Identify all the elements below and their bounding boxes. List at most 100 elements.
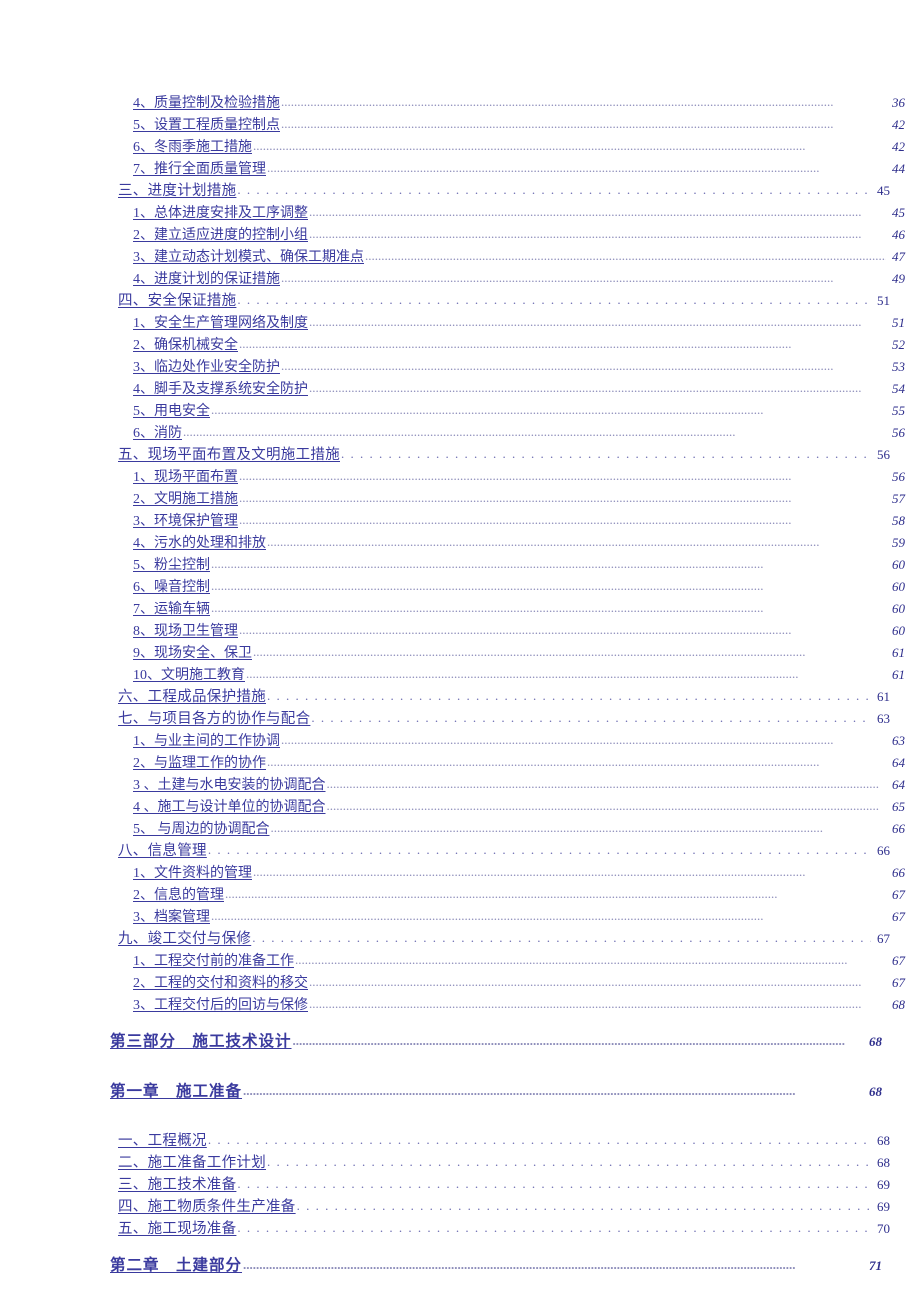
toc-entry[interactable]: 1、文件资料的管理 66	[74, 866, 905, 888]
toc-entry-label: 3 、土建与水电安装的协调配合	[133, 778, 326, 793]
toc-entry[interactable]: 2、工程的交付和资料的移交 67	[74, 976, 905, 998]
toc-entry-label: 3、建立动态计划模式、确保工期准点	[133, 250, 364, 265]
toc-entry[interactable]: 5、设置工程质量控制点 42	[74, 118, 905, 140]
toc-leader-dots	[281, 734, 886, 748]
toc-entry[interactable]: 3、工程交付后的回访与保修 68	[74, 998, 905, 1020]
toc-page-number: 54	[892, 381, 905, 396]
toc-leader-dots	[267, 536, 886, 550]
toc-entry-label: 6、冬雨季施工措施	[133, 140, 252, 155]
toc-entry[interactable]: 6、噪音控制 60	[74, 580, 905, 602]
toc-leader-dots	[327, 778, 887, 792]
toc-entry[interactable]: 4、脚手及支撑系统安全防护 54	[74, 382, 905, 404]
toc-page-number: 42	[892, 117, 905, 132]
toc-entry[interactable]: 9、现场安全、保卫 61	[74, 646, 905, 668]
toc-leader-dots	[341, 448, 871, 463]
toc-entry[interactable]: 3 、土建与水电安装的协调配合 64	[74, 778, 905, 800]
toc-entry[interactable]: 6、冬雨季施工措施 42	[74, 140, 905, 162]
toc-entry[interactable]: 第二章 土建部分 71	[74, 1258, 882, 1294]
toc-entry[interactable]: 四、施工物质条件生产准备 69	[74, 1200, 890, 1222]
toc-entry[interactable]: 四、安全保证措施 51	[74, 294, 890, 316]
toc-entry[interactable]: 10、文明施工教育 61	[74, 668, 905, 690]
toc-entry[interactable]: 第三部分 施工技术设计 68	[74, 1034, 882, 1070]
toc-page-number: 67	[892, 975, 905, 990]
toc-entry[interactable]: 七、与项目各方的协作与配合 63	[74, 712, 890, 734]
toc-leader-dots	[297, 1200, 871, 1215]
toc-leader-dots	[252, 932, 871, 947]
toc-leader-dots	[309, 228, 886, 242]
toc-page-number: 56	[877, 447, 890, 462]
toc-entry[interactable]: 1、工程交付前的准备工作 67	[74, 954, 905, 976]
toc-entry-label: 4、质量控制及检验措施	[133, 96, 280, 111]
toc-leader-dots	[309, 316, 886, 330]
toc-page-number: 70	[877, 1221, 890, 1236]
toc-entry[interactable]: 五、施工现场准备 70	[74, 1222, 890, 1244]
toc-leader-dots	[267, 756, 886, 770]
toc-page-number: 52	[892, 337, 905, 352]
toc-entry[interactable]: 3、临边处作业安全防护 53	[74, 360, 905, 382]
toc-leader-dots	[309, 998, 886, 1012]
toc-entry[interactable]: 3、建立动态计划模式、确保工期准点 47	[74, 250, 905, 272]
toc-page-number: 36	[892, 95, 905, 110]
toc-leader-dots	[365, 250, 886, 264]
toc-entry[interactable]: 八、信息管理 66	[74, 844, 890, 866]
toc-entry[interactable]: 1、与业主间的工作协调 63	[74, 734, 905, 756]
toc-entry-label: 5、用电安全	[133, 404, 210, 419]
toc-leader-dots	[309, 206, 886, 220]
toc-entry[interactable]: 1、安全生产管理网络及制度 51	[74, 316, 905, 338]
toc-entry-label: 10、文明施工教育	[133, 668, 245, 683]
toc-leader-dots	[237, 294, 871, 309]
toc-entry-label: 2、建立适应进度的控制小组	[133, 228, 308, 243]
toc-page-number: 68	[877, 1133, 890, 1148]
toc-entry[interactable]: 五、现场平面布置及文明施工措施 56	[74, 448, 890, 470]
toc-entry-label: 1、总体进度安排及工序调整	[133, 206, 308, 221]
toc-entry[interactable]: 三、进度计划措施 45	[74, 184, 890, 206]
toc-entry[interactable]: 4、污水的处理和排放 59	[74, 536, 905, 558]
toc-leader-dots	[267, 162, 886, 176]
toc-page-number: 55	[892, 403, 905, 418]
toc-page-number: 60	[892, 623, 905, 638]
toc-entry[interactable]: 3、档案管理 67	[74, 910, 905, 932]
toc-entry-label: 1、与业主间的工作协调	[133, 734, 280, 749]
toc-entry-label: 2、确保机械安全	[133, 338, 238, 353]
toc-entry-label: 八、信息管理	[118, 843, 207, 859]
toc-entry[interactable]: 一、工程概况 68	[74, 1134, 890, 1156]
toc-leader-dots	[293, 1035, 863, 1051]
toc-entry[interactable]: 4、进度计划的保证措施 49	[74, 272, 905, 294]
toc-leader-dots	[253, 866, 886, 880]
toc-entry[interactable]: 8、现场卫生管理 60	[74, 624, 905, 646]
toc-page-number: 69	[877, 1199, 890, 1214]
toc-entry[interactable]: 5、粉尘控制 60	[74, 558, 905, 580]
toc-entry[interactable]: 1、现场平面布置 56	[74, 470, 905, 492]
toc-entry[interactable]: 2、与监理工作的协作 64	[74, 756, 905, 778]
toc-entry[interactable]: 2、信息的管理 67	[74, 888, 905, 910]
toc-entry[interactable]: 4 、施工与设计单位的协调配合 65	[74, 800, 905, 822]
toc-leader-dots	[239, 514, 886, 528]
toc-entry[interactable]: 三、施工技术准备 69	[74, 1178, 890, 1200]
toc-entry-label: 七、与项目各方的协作与配合	[118, 711, 311, 727]
toc-entry[interactable]: 2、确保机械安全 52	[74, 338, 905, 360]
toc-entry[interactable]: 5、用电安全 55	[74, 404, 905, 426]
toc-entry[interactable]: 7、推行全面质量管理 44	[74, 162, 905, 184]
toc-page-number: 56	[892, 469, 905, 484]
toc-entry[interactable]: 六、工程成品保护措施 61	[74, 690, 890, 712]
toc-entry[interactable]: 4、质量控制及检验措施 36	[74, 96, 905, 118]
toc-entry[interactable]: 6、消防 56	[74, 426, 905, 448]
toc-entry[interactable]: 九、竣工交付与保修 67	[74, 932, 890, 954]
toc-entry[interactable]: 3、环境保护管理 58	[74, 514, 905, 536]
toc-entry-label: 1、文件资料的管理	[133, 866, 252, 881]
toc-entry[interactable]: 1、总体进度安排及工序调整 45	[74, 206, 905, 228]
toc-entry[interactable]: 7、运输车辆 60	[74, 602, 905, 624]
toc-entry-label: 2、文明施工措施	[133, 492, 238, 507]
toc-page-number: 68	[877, 1155, 890, 1170]
toc-entry[interactable]: 2、文明施工措施 57	[74, 492, 905, 514]
toc-entry-label: 五、现场平面布置及文明施工措施	[118, 447, 340, 463]
toc-page-number: 66	[892, 865, 905, 880]
toc-entry[interactable]: 2、建立适应进度的控制小组 46	[74, 228, 905, 250]
toc-entry[interactable]: 第一章 施工准备 68	[74, 1084, 882, 1120]
toc-entry-label: 5、设置工程质量控制点	[133, 118, 280, 133]
toc-leader-dots	[211, 910, 886, 924]
toc-leader-dots	[253, 646, 886, 660]
toc-entry[interactable]: 5、 与周边的协调配合 66	[74, 822, 905, 844]
toc-entry[interactable]: 二、施工准备工作计划 68	[74, 1156, 890, 1178]
toc-entry-label: 2、与监理工作的协作	[133, 756, 266, 771]
